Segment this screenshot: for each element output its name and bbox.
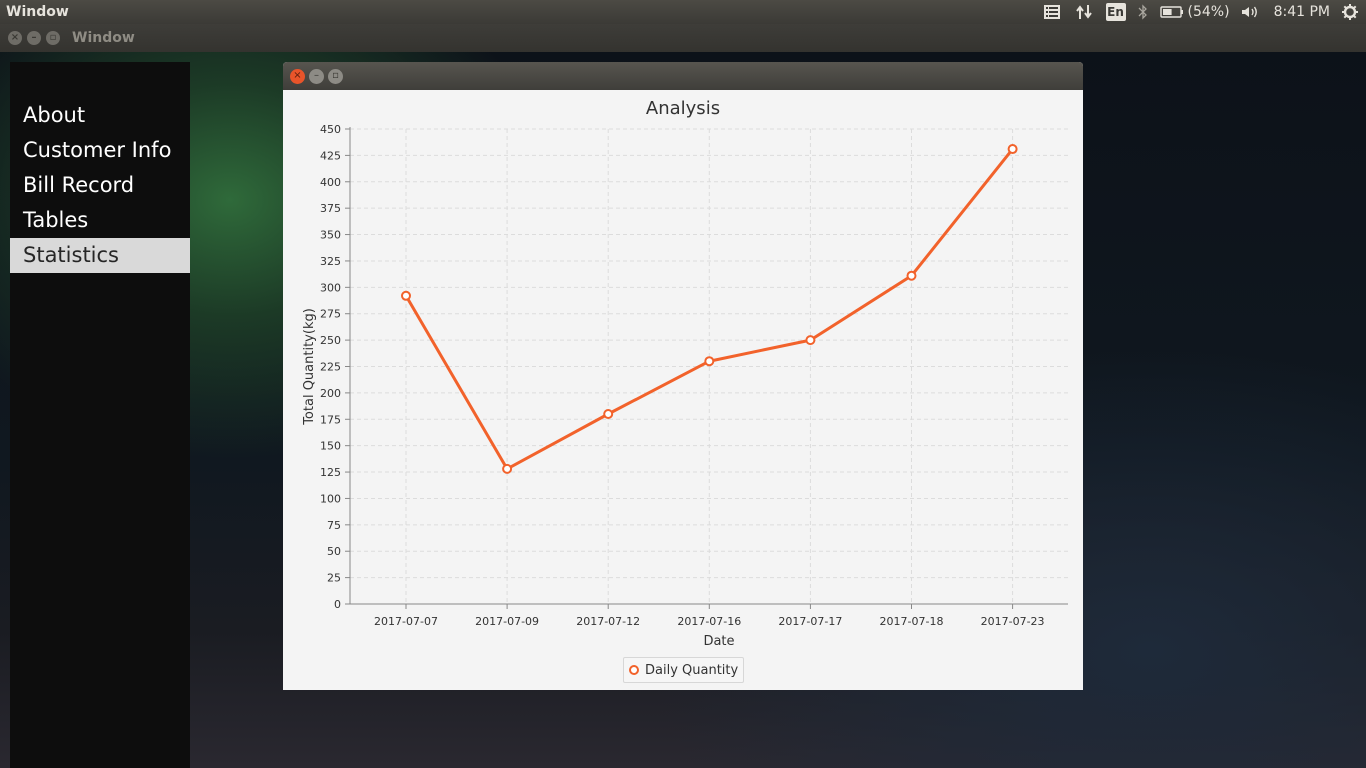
- y-tick-label: 225: [320, 361, 341, 374]
- y-tick-label: 75: [327, 519, 341, 532]
- x-tick-label: 2017-07-18: [880, 615, 944, 628]
- sidebar-item-statistics[interactable]: Statistics: [10, 238, 190, 273]
- data-point: [704, 356, 715, 367]
- window-maximize-button[interactable]: ▫: [46, 31, 60, 45]
- x-tick-label: 2017-07-23: [981, 615, 1045, 628]
- y-tick-label: 125: [320, 466, 341, 479]
- y-tick-label: 450: [320, 123, 341, 136]
- y-tick-label: 250: [320, 334, 341, 347]
- y-tick-label: 50: [327, 545, 341, 558]
- chart-title: Analysis: [646, 98, 720, 119]
- series-line: [404, 148, 1014, 471]
- window-close-button[interactable]: ×: [8, 31, 22, 45]
- sidebar-item-bill-record[interactable]: Bill Record: [10, 168, 190, 203]
- battery-icon[interactable]: [1159, 0, 1184, 24]
- chart-close-button[interactable]: ×: [290, 68, 305, 84]
- system-tray: En (54%) 8:41 PM: [1042, 0, 1366, 24]
- app-title: Window: [6, 4, 69, 20]
- sidebar-item-tables[interactable]: Tables: [10, 203, 190, 238]
- y-tick-label: 200: [320, 387, 341, 400]
- sidebar-nav: About Customer Info Bill Record Tables S…: [10, 98, 190, 273]
- sidebar: About Customer Info Bill Record Tables S…: [10, 62, 190, 768]
- session-gear-icon[interactable]: [1340, 0, 1360, 24]
- y-tick-label: 375: [320, 202, 341, 215]
- y-tick-label: 275: [320, 308, 341, 321]
- sidebar-item-about[interactable]: About: [10, 98, 190, 133]
- chart-window-titlebar: × – ▫: [283, 62, 1083, 90]
- data-point: [401, 290, 411, 301]
- indicator-menu-icon[interactable]: [1042, 0, 1062, 24]
- legend-symbol: [629, 665, 639, 675]
- y-tick-label: 300: [320, 281, 341, 294]
- y-tick-label: 325: [320, 255, 341, 268]
- chart-maximize-button[interactable]: ▫: [328, 68, 343, 84]
- window-minimize-button[interactable]: –: [27, 31, 41, 45]
- x-tick-label: 2017-07-17: [778, 615, 842, 628]
- keyboard-language-indicator[interactable]: En: [1105, 3, 1126, 21]
- data-point: [1007, 144, 1018, 155]
- y-tick-label: 400: [320, 176, 341, 189]
- chart-legend: Daily Quantity: [623, 657, 745, 683]
- legend-label: Daily Quantity: [645, 662, 739, 678]
- chart-area: Analysis Total Quantity(kg) Date 0 25 50 75…: [283, 90, 1083, 690]
- x-tick-label: 2017-07-16: [677, 615, 741, 628]
- volume-icon[interactable]: [1240, 0, 1260, 24]
- y-tick-label: 150: [320, 440, 341, 453]
- y-tick-label: 100: [320, 492, 341, 505]
- y-tick-label: 25: [327, 572, 341, 585]
- bluetooth-icon[interactable]: [1136, 0, 1150, 24]
- line-chart: Analysis Total Quantity(kg) Date 0 25 50 75…: [302, 98, 1068, 649]
- y-tick-label: 425: [320, 149, 341, 162]
- network-transfer-icon[interactable]: [1074, 0, 1094, 24]
- top-panel: Window En (54%) 8:41 PM: [0, 0, 1366, 24]
- x-tick-label: 2017-07-12: [576, 615, 640, 628]
- data-point: [603, 409, 614, 419]
- y-tick-label: 175: [320, 413, 341, 426]
- data-point: [906, 270, 917, 281]
- y-tick-label: 0: [334, 598, 341, 611]
- window-title: Window: [72, 30, 135, 46]
- x-tick-label: 2017-07-09: [475, 615, 539, 628]
- chart-window: × – ▫ Analysis Total Quantity(kg) Date 0…: [283, 62, 1083, 690]
- x-axis-label: Date: [703, 634, 734, 649]
- battery-percentage: (54%): [1187, 4, 1230, 20]
- chart-minimize-button[interactable]: –: [309, 68, 324, 84]
- data-point: [805, 335, 816, 346]
- window-title-bar: × – ▫ Window: [0, 24, 1366, 52]
- data-point: [502, 463, 513, 474]
- y-tick-label: 350: [320, 229, 341, 242]
- x-tick-label: 2017-07-07: [374, 615, 438, 628]
- y-axis-label: Total Quantity(kg): [302, 308, 317, 426]
- clock[interactable]: 8:41 PM: [1274, 0, 1330, 24]
- sidebar-item-customer-info[interactable]: Customer Info: [10, 133, 190, 168]
